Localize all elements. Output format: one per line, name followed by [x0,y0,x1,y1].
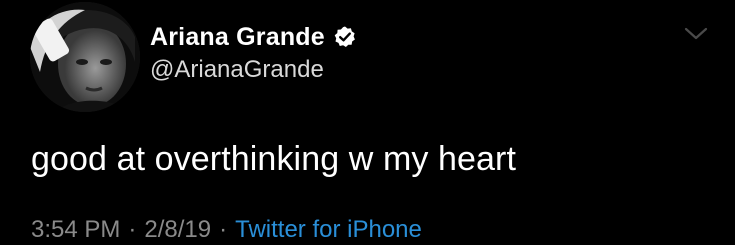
chevron-down-icon [684,27,708,40]
meta-separator: · [219,216,228,243]
avatar[interactable] [30,2,140,112]
tweet-text: good at overthinking w my heart [31,140,517,178]
verified-badge-icon [334,26,355,47]
tweet-source-link[interactable]: Twitter for iPhone [235,216,422,244]
author-name-row: Ariana Grande [150,20,357,54]
tweet-menu-button[interactable] [682,24,710,44]
display-name[interactable]: Ariana Grande [150,23,325,52]
tweet-date[interactable]: 2/8/19 [144,216,211,244]
tweet-time[interactable]: 3:54 PM [31,216,120,244]
avatar-photo-icon [30,2,140,112]
meta-separator: · [128,216,137,243]
tweet-meta: 3:54 PM · 2/8/19 · Twitter for iPhone [31,216,422,244]
tweet-card: Ariana Grande @ArianaGrande good at over… [0,0,735,245]
user-handle[interactable]: @ArianaGrande [150,56,324,84]
